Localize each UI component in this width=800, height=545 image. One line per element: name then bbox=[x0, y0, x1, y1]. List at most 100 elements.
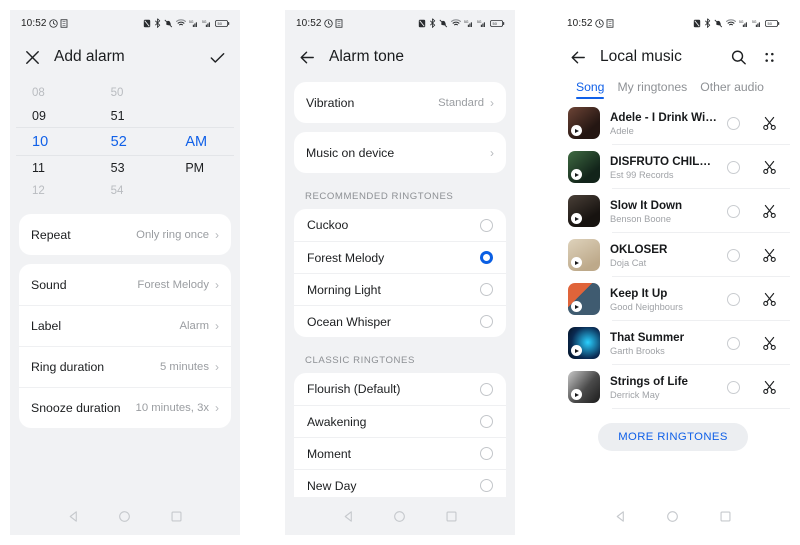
song-radio[interactable] bbox=[727, 380, 740, 394]
setting-row-music-on-device[interactable]: Music on device › bbox=[294, 132, 506, 173]
song-row-strings-of-life[interactable]: Strings of Life Derrick May bbox=[556, 365, 790, 410]
song-radio[interactable] bbox=[727, 336, 740, 350]
song-row-slow-it-down[interactable]: Slow It Down Benson Boone bbox=[556, 189, 790, 234]
setting-row-sound[interactable]: Sound Forest Melody › bbox=[19, 264, 231, 305]
scissors-icon[interactable] bbox=[762, 336, 777, 351]
minute-option[interactable]: 53 bbox=[97, 161, 162, 175]
setting-row-ring-duration[interactable]: Ring duration 5 minutes › bbox=[19, 346, 231, 387]
back-arrow-icon[interactable] bbox=[569, 48, 588, 67]
hour-selected[interactable]: 10 bbox=[32, 134, 97, 150]
picker-row-1[interactable]: 09 51 bbox=[10, 104, 240, 127]
recommended-ringtones-card: Cuckoo Forest Melody Morning Light Ocean… bbox=[294, 209, 506, 337]
minute-option[interactable]: 54 bbox=[97, 185, 162, 197]
ringtone-row-cuckoo[interactable]: Cuckoo bbox=[294, 209, 506, 241]
check-icon[interactable] bbox=[208, 48, 227, 67]
ringtone-radio[interactable] bbox=[480, 447, 493, 460]
ringtone-radio[interactable] bbox=[480, 315, 493, 328]
play-icon[interactable] bbox=[571, 257, 582, 269]
song-row-adele[interactable]: Adele - I Drink Wine (O… Adele bbox=[556, 101, 790, 146]
minute-selected[interactable]: 52 bbox=[97, 134, 162, 150]
chevron-right-icon: › bbox=[215, 401, 219, 415]
home-circle-icon[interactable] bbox=[666, 510, 679, 523]
hour-option[interactable]: 11 bbox=[32, 161, 97, 175]
ringtone-row-morning-light[interactable]: Morning Light bbox=[294, 273, 506, 305]
hour-option[interactable]: 08 bbox=[32, 87, 97, 99]
grid-menu-icon[interactable] bbox=[762, 50, 777, 65]
song-meta: Keep It Up Good Neighbours bbox=[610, 287, 717, 312]
minute-option[interactable]: 51 bbox=[97, 109, 162, 123]
recents-square-icon[interactable] bbox=[719, 510, 732, 523]
back-triangle-icon[interactable] bbox=[342, 510, 355, 523]
ringtone-row-flourish[interactable]: Flourish (Default) bbox=[294, 373, 506, 405]
ringtone-radio[interactable] bbox=[480, 415, 493, 428]
meridiem-option[interactable]: PM bbox=[161, 161, 226, 175]
song-radio[interactable] bbox=[727, 160, 740, 174]
vibrate-off-icon bbox=[439, 19, 448, 28]
picker-row-3[interactable]: 11 53 PM bbox=[10, 156, 240, 179]
setting-row-vibration[interactable]: Vibration Standard › bbox=[294, 82, 506, 123]
tab-other-audio[interactable]: Other audio bbox=[700, 80, 764, 99]
ringtone-radio[interactable] bbox=[480, 479, 493, 492]
scissors-icon[interactable] bbox=[762, 292, 777, 307]
search-icon[interactable] bbox=[729, 48, 748, 67]
scissors-icon[interactable] bbox=[762, 160, 777, 175]
picker-row-selected[interactable]: 10 52 AM bbox=[10, 128, 240, 155]
back-arrow-icon[interactable] bbox=[298, 48, 317, 67]
picker-row-0[interactable]: 08 50 bbox=[10, 81, 240, 104]
play-icon[interactable] bbox=[571, 169, 582, 181]
more-ringtones-button[interactable]: MORE RINGTONES bbox=[598, 423, 748, 452]
ringtone-radio-selected[interactable] bbox=[480, 251, 493, 264]
alarm-icon bbox=[323, 18, 333, 28]
setting-row-label[interactable]: Label Alarm › bbox=[19, 305, 231, 346]
recents-square-icon[interactable] bbox=[170, 510, 183, 523]
play-icon[interactable] bbox=[571, 389, 582, 401]
setting-row-repeat[interactable]: Repeat Only ring once › bbox=[19, 214, 231, 255]
song-radio[interactable] bbox=[727, 204, 740, 218]
ringtone-row-moment[interactable]: Moment bbox=[294, 437, 506, 469]
meridiem-selected[interactable]: AM bbox=[161, 134, 226, 150]
time-picker[interactable]: 08 50 09 51 10 52 AM 11 53 PM 12 54 bbox=[10, 78, 240, 208]
ringtone-radio[interactable] bbox=[480, 218, 493, 232]
ringtone-row-awakening[interactable]: Awakening bbox=[294, 405, 506, 437]
play-icon[interactable] bbox=[571, 301, 582, 313]
song-row-disfruto[interactable]: DISFRUTO CHILL POP (… Est 99 Records bbox=[556, 145, 790, 190]
home-circle-icon[interactable] bbox=[393, 510, 406, 523]
song-row-okloser[interactable]: OKLOSER Doja Cat bbox=[556, 233, 790, 278]
scissors-icon[interactable] bbox=[762, 204, 777, 219]
ringtone-label: Ocean Whisper bbox=[307, 314, 391, 329]
play-icon[interactable] bbox=[571, 125, 582, 137]
play-icon[interactable] bbox=[571, 345, 582, 357]
setting-row-snooze-duration[interactable]: Snooze duration 10 minutes, 3x › bbox=[19, 387, 231, 428]
hour-option[interactable]: 12 bbox=[32, 185, 97, 197]
system-nav-bar bbox=[285, 497, 515, 535]
song-radio[interactable] bbox=[727, 248, 740, 262]
add-alarm-body: 08 50 09 51 10 52 AM 11 53 PM 12 54 Repe… bbox=[10, 78, 240, 497]
song-row-that-summer[interactable]: That Summer Garth Brooks bbox=[556, 321, 790, 366]
play-icon[interactable] bbox=[571, 213, 582, 225]
picker-row-4[interactable]: 12 54 bbox=[10, 179, 240, 202]
tab-song[interactable]: Song bbox=[576, 80, 605, 99]
ringtone-row-forest-melody[interactable]: Forest Melody bbox=[294, 241, 506, 273]
scissors-icon[interactable] bbox=[762, 248, 777, 263]
tab-my-ringtones[interactable]: My ringtones bbox=[617, 80, 687, 99]
song-radio[interactable] bbox=[727, 292, 740, 306]
scissors-icon[interactable] bbox=[762, 116, 777, 131]
ringtone-row-new-day[interactable]: New Day bbox=[294, 469, 506, 497]
song-meta: OKLOSER Doja Cat bbox=[610, 243, 717, 268]
back-triangle-icon[interactable] bbox=[614, 510, 627, 523]
recents-square-icon[interactable] bbox=[445, 510, 458, 523]
minute-option[interactable]: 50 bbox=[97, 87, 162, 99]
ringtone-radio[interactable] bbox=[480, 382, 493, 396]
ringtone-row-ocean-whisper[interactable]: Ocean Whisper bbox=[294, 305, 506, 337]
hour-option[interactable]: 09 bbox=[32, 109, 97, 123]
song-meta: That Summer Garth Brooks bbox=[610, 331, 717, 356]
ringtone-radio[interactable] bbox=[480, 283, 493, 296]
close-icon[interactable] bbox=[23, 48, 42, 67]
back-triangle-icon[interactable] bbox=[67, 510, 80, 523]
home-circle-icon[interactable] bbox=[118, 510, 131, 523]
status-time: 10:52 bbox=[567, 17, 593, 29]
album-art bbox=[568, 239, 600, 272]
song-radio[interactable] bbox=[727, 116, 740, 130]
scissors-icon[interactable] bbox=[762, 380, 777, 395]
song-row-keep-it-up[interactable]: Keep It Up Good Neighbours bbox=[556, 277, 790, 322]
